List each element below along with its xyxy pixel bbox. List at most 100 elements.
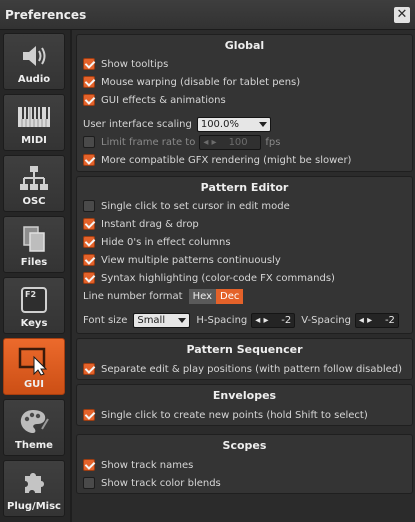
line-number-format-label: Line number format xyxy=(83,290,183,302)
sidebar-item-label: Files xyxy=(20,257,48,268)
sidebar-item-audio[interactable]: Audio xyxy=(3,33,65,90)
checkbox[interactable] xyxy=(83,154,95,166)
sidebar-item-plug-misc[interactable]: Plug/Misc xyxy=(3,460,65,517)
checkbox[interactable] xyxy=(83,218,95,230)
checkbox[interactable] xyxy=(83,76,95,88)
section-title: Pattern Editor xyxy=(200,181,289,194)
sidebar-item-files[interactable]: Files xyxy=(3,216,65,273)
stepper-arrows-icon: ◂ ▸ xyxy=(203,136,217,148)
option-label: Instant drag & drop xyxy=(101,218,199,230)
sidebar-item-label: MIDI xyxy=(21,135,47,146)
option-label: Mouse warping (disable for tablet pens) xyxy=(101,76,301,88)
font-size-dropdown[interactable]: Small xyxy=(133,312,191,328)
option-label: Show track color blends xyxy=(101,477,221,489)
close-button[interactable]: ✕ xyxy=(394,7,410,23)
checkbox[interactable] xyxy=(83,459,95,471)
option-label: Show tooltips xyxy=(101,58,169,70)
sidebar: Audio MIDI OSC Files F2 Keys GUI Theme P… xyxy=(0,30,70,522)
ui-scaling-label: User interface scaling xyxy=(83,118,192,130)
v-spacing-stepper[interactable]: ◂ ▸ -2 xyxy=(354,312,399,328)
section-title: Envelopes xyxy=(212,389,277,402)
pattern-sequencer-section: Pattern Sequencer Separate edit & play p… xyxy=(76,338,413,380)
h-spacing-stepper[interactable]: ◂ ▸ -2 xyxy=(251,312,296,328)
checkbox[interactable] xyxy=(83,200,95,212)
checkbox[interactable] xyxy=(83,363,95,375)
show-tooltips-option[interactable]: Show tooltips xyxy=(83,56,168,72)
checkbox[interactable] xyxy=(83,254,95,266)
gui-effects-option[interactable]: GUI effects & animations xyxy=(83,92,226,108)
hex-button[interactable]: Hex xyxy=(188,288,217,304)
palette-icon xyxy=(4,406,64,438)
view-multiple-option[interactable]: View multiple patterns continuously xyxy=(83,252,281,268)
fps-value: 100 xyxy=(228,136,248,148)
mouse-warping-option[interactable]: Mouse warping (disable for tablet pens) xyxy=(83,74,300,90)
font-size-value: Small xyxy=(137,314,166,326)
chevron-down-icon xyxy=(258,121,267,127)
sidebar-item-keys[interactable]: F2 Keys xyxy=(3,277,65,334)
stepper-arrows-icon: ◂ ▸ xyxy=(255,314,269,326)
checkbox[interactable] xyxy=(83,136,95,148)
keyboard-key-icon: F2 xyxy=(4,284,64,316)
single-click-points-option[interactable]: Single click to create new points (hold … xyxy=(83,407,368,423)
font-spacing-row: Font size Small H-Spacing ◂ ▸ -2 V-Spaci… xyxy=(83,312,399,328)
sidebar-item-gui[interactable]: GUI xyxy=(3,338,65,395)
checkbox[interactable] xyxy=(83,58,95,70)
key-label: F2 xyxy=(25,290,37,299)
checkbox[interactable] xyxy=(83,477,95,489)
main-content: Global Show tooltips Mouse warping (disa… xyxy=(72,30,415,522)
ui-scaling-row: User interface scaling 100.0% xyxy=(83,116,271,132)
option-label: Single click to create new points (hold … xyxy=(101,409,368,421)
show-track-names-option[interactable]: Show track names xyxy=(83,457,193,473)
separate-positions-option[interactable]: Separate edit & play positions (with pat… xyxy=(83,361,402,377)
gfx-rendering-option[interactable]: More compatible GFX rendering (might be … xyxy=(83,152,351,168)
ui-scaling-dropdown[interactable]: 100.0% xyxy=(196,116,271,132)
option-label: GUI effects & animations xyxy=(101,94,226,106)
font-size-label: Font size xyxy=(83,314,128,326)
option-label: Single click to set cursor in edit mode xyxy=(101,200,290,212)
section-title: Scopes xyxy=(222,439,267,452)
fps-stepper[interactable]: ◂ ▸ 100 xyxy=(199,134,262,150)
stepper-arrows-icon: ◂ ▸ xyxy=(358,314,373,326)
checkbox[interactable] xyxy=(83,236,95,248)
option-label: Show track names xyxy=(101,459,194,471)
scopes-section: Scopes Show track names Show track color… xyxy=(76,434,413,494)
title-bar: Preferences ✕ xyxy=(0,0,415,30)
dec-button[interactable]: Dec xyxy=(216,288,244,304)
h-spacing-value: -2 xyxy=(281,314,292,326)
window-title: Preferences xyxy=(5,8,87,22)
piano-keys-icon xyxy=(4,101,64,133)
show-track-color-blends-option[interactable]: Show track color blends xyxy=(83,475,221,491)
option-label: More compatible GFX rendering (might be … xyxy=(101,154,352,166)
hide-zeros-option[interactable]: Hide 0's in effect columns xyxy=(83,234,231,250)
line-number-format-row: Line number format Hex Dec xyxy=(83,288,244,304)
syntax-highlighting-option[interactable]: Syntax highlighting (color-code FX comma… xyxy=(83,270,335,286)
gui-cursor-icon xyxy=(4,345,64,377)
v-spacing-label: V-Spacing xyxy=(301,314,351,326)
sidebar-item-label: Theme xyxy=(15,440,53,451)
chevron-down-icon xyxy=(178,317,187,323)
sidebar-item-midi[interactable]: MIDI xyxy=(3,94,65,151)
option-label: Syntax highlighting (color-code FX comma… xyxy=(101,272,335,284)
sidebar-item-label: Plug/Misc xyxy=(7,501,61,512)
sidebar-item-osc[interactable]: OSC xyxy=(3,155,65,212)
global-section: Global Show tooltips Mouse warping (disa… xyxy=(76,34,413,172)
fps-unit: fps xyxy=(265,136,281,148)
checkbox[interactable] xyxy=(83,94,95,106)
checkbox[interactable] xyxy=(83,272,95,284)
v-spacing-value: -2 xyxy=(384,314,395,326)
checkbox[interactable] xyxy=(83,409,95,421)
close-icon: ✕ xyxy=(396,7,408,22)
instant-drag-option[interactable]: Instant drag & drop xyxy=(83,216,199,232)
option-label: View multiple patterns continuously xyxy=(101,254,281,266)
option-label: Limit frame rate to xyxy=(101,136,196,148)
sidebar-item-label: OSC xyxy=(22,196,46,207)
limit-frame-rate-option[interactable]: Limit frame rate to ◂ ▸ 100 fps xyxy=(83,134,280,150)
single-click-cursor-option[interactable]: Single click to set cursor in edit mode xyxy=(83,198,290,214)
puzzle-icon xyxy=(4,467,64,499)
ui-scaling-value: 100.0% xyxy=(200,118,239,130)
h-spacing-label: H-Spacing xyxy=(196,314,248,326)
sidebar-item-label: Keys xyxy=(20,318,48,329)
sidebar-item-label: GUI xyxy=(23,379,45,390)
section-title: Global xyxy=(224,39,265,52)
sidebar-item-theme[interactable]: Theme xyxy=(3,399,65,456)
